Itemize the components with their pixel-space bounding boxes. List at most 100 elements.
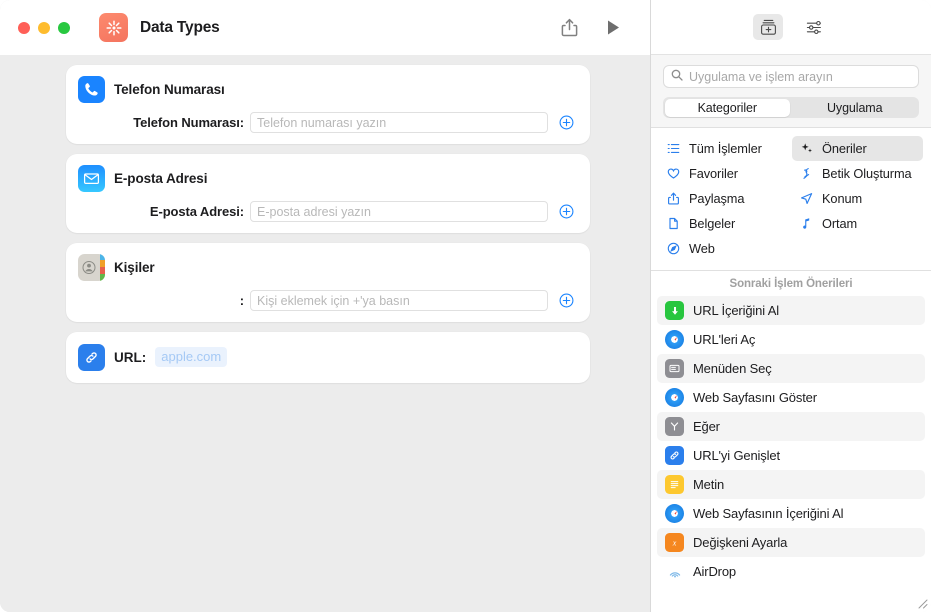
heart-icon — [666, 167, 681, 180]
document-title: Data Types — [140, 18, 220, 36]
segment-categories[interactable]: Kategoriler — [664, 98, 790, 117]
sliders-icon[interactable] — [799, 14, 829, 40]
segment-apps[interactable]: Uygulama — [792, 99, 918, 117]
svg-text:x: x — [672, 538, 677, 547]
category-documents[interactable]: Belgeler — [659, 211, 790, 236]
action-card-url[interactable]: URL: apple.com — [66, 332, 590, 383]
action-header: Telefon Numarası — [78, 75, 578, 103]
email-address-input[interactable]: E-posta adresi yazın — [250, 201, 548, 222]
share-button[interactable] — [552, 14, 586, 42]
search-icon — [671, 68, 683, 86]
list-item[interactable]: URL'yi Genişlet — [657, 441, 925, 470]
close-button[interactable] — [18, 21, 30, 34]
resize-grip[interactable] — [915, 596, 929, 610]
category-label: Tüm İşlemler — [689, 141, 762, 156]
safari-icon — [665, 504, 684, 523]
action-library-icon[interactable] — [753, 14, 783, 40]
action-card-email[interactable]: E-posta Adresi E-posta Adresi: E-posta a… — [66, 154, 590, 233]
safari-icon — [665, 388, 684, 407]
minimize-button[interactable] — [38, 21, 50, 34]
category-label: Konum — [822, 191, 863, 206]
list-item[interactable]: Web Sayfasını Göster — [657, 383, 925, 412]
shortcuts-window: Data Types Telefon Numarası Telefon Numa… — [0, 0, 931, 612]
plus-circle-icon[interactable] — [554, 204, 578, 219]
search-input[interactable]: Uygulama ve işlem arayın — [663, 65, 919, 88]
category-label: Öneriler — [822, 141, 867, 156]
variable-icon: x — [665, 533, 684, 552]
document-icon — [666, 217, 681, 230]
contacts-tabs — [100, 253, 105, 281]
suggestions-title: Sonraki İşlem Önerileri — [729, 278, 853, 290]
list-item-label: Eğer — [693, 419, 720, 434]
field-label: Telefon Numarası: — [133, 115, 244, 130]
list-item[interactable]: URL İçeriğini Al — [657, 296, 925, 325]
category-web[interactable]: Web — [659, 236, 790, 261]
link-icon — [78, 343, 105, 371]
list-item-label: Değişkeni Ayarla — [693, 535, 788, 550]
category-label: Paylaşma — [689, 191, 745, 206]
list-item[interactable]: URL'leri Aç — [657, 325, 925, 354]
titlebar: Data Types — [0, 0, 650, 55]
action-title: Telefon Numarası — [114, 81, 225, 97]
list-icon — [666, 142, 681, 155]
shortcuts-icon — [99, 13, 128, 42]
list-item-label: Metin — [693, 477, 725, 492]
list-item-label: URL'leri Aç — [693, 332, 756, 347]
suggestions-list: Sonraki İşlem Önerileri URL İçeriğini Al — [651, 271, 931, 612]
action-card-phone[interactable]: Telefon Numarası Telefon Numarası: Telef… — [66, 65, 590, 144]
list-item[interactable]: Eğer — [657, 412, 925, 441]
safari-icon — [665, 330, 684, 349]
list-item-label: Menüden Seç — [693, 361, 772, 376]
url-value-token[interactable]: apple.com — [155, 347, 228, 367]
plus-circle-icon[interactable] — [554, 115, 578, 130]
list-item[interactable]: Metin — [657, 470, 925, 499]
category-label: Web — [689, 241, 715, 256]
traffic-lights — [18, 21, 70, 34]
run-button[interactable] — [596, 14, 630, 42]
sparkles-icon — [799, 142, 814, 155]
contacts-icon — [78, 253, 105, 281]
link-icon — [665, 446, 684, 465]
list-item-label: Web Sayfasını Göster — [693, 390, 817, 405]
airdrop-icon — [665, 562, 684, 581]
category-location[interactable]: Konum — [792, 186, 923, 211]
url-row: URL: apple.com — [78, 343, 578, 371]
category-label: Betik Oluşturma — [822, 166, 912, 181]
category-all-actions[interactable]: Tüm İşlemler — [659, 136, 790, 161]
menu-icon — [665, 359, 684, 378]
list-item-label: Web Sayfasının İçeriğini Al — [693, 506, 844, 521]
branch-icon — [665, 417, 684, 436]
list-item-label: AirDrop — [693, 564, 737, 579]
sidebar-toolbar — [651, 0, 931, 55]
category-grid: Tüm İşlemler Öneriler Favoriler Betik Ol… — [651, 128, 931, 271]
compass-icon — [666, 242, 681, 255]
action-header: E-posta Adresi — [78, 164, 578, 192]
location-icon — [799, 192, 814, 205]
list-item[interactable]: AirDrop — [657, 557, 925, 586]
zoom-button[interactable] — [58, 21, 70, 34]
category-suggestions[interactable]: Öneriler — [792, 136, 923, 161]
category-scripting[interactable]: Betik Oluşturma — [792, 161, 923, 186]
field-label: E-posta Adresi: — [149, 204, 244, 219]
list-item-label: URL'yi Genişlet — [693, 448, 780, 463]
url-label: URL: — [114, 349, 147, 365]
shortcut-canvas: Telefon Numarası Telefon Numarası: Telef… — [0, 55, 650, 612]
sidebar-search-area: Uygulama ve işlem arayın Kategoriler Uyg… — [651, 55, 931, 128]
category-sharing[interactable]: Paylaşma — [659, 186, 790, 211]
download-icon — [665, 301, 684, 320]
contacts-input[interactable]: Kişi eklemek için +'ya basın — [250, 290, 548, 311]
action-library-sidebar: Uygulama ve işlem arayın Kategoriler Uyg… — [650, 0, 931, 612]
text-icon — [665, 475, 684, 494]
action-header: Kişiler — [78, 253, 578, 281]
list-item[interactable]: Menüden Seç — [657, 354, 925, 383]
action-card-contacts[interactable]: Kişiler : Kişi eklemek için +'ya basın — [66, 243, 590, 322]
list-item[interactable]: x Değişkeni Ayarla — [657, 528, 925, 557]
phone-number-input[interactable]: Telefon numarası yazın — [250, 112, 548, 133]
editor-pane: Data Types Telefon Numarası Telefon Numa… — [0, 0, 650, 612]
list-item[interactable]: Web Sayfasının İçeriğini Al — [657, 499, 925, 528]
category-label: Belgeler — [689, 216, 736, 231]
share-icon — [666, 192, 681, 205]
category-media[interactable]: Ortam — [792, 211, 923, 236]
category-favorites[interactable]: Favoriler — [659, 161, 790, 186]
plus-circle-icon[interactable] — [554, 293, 578, 308]
